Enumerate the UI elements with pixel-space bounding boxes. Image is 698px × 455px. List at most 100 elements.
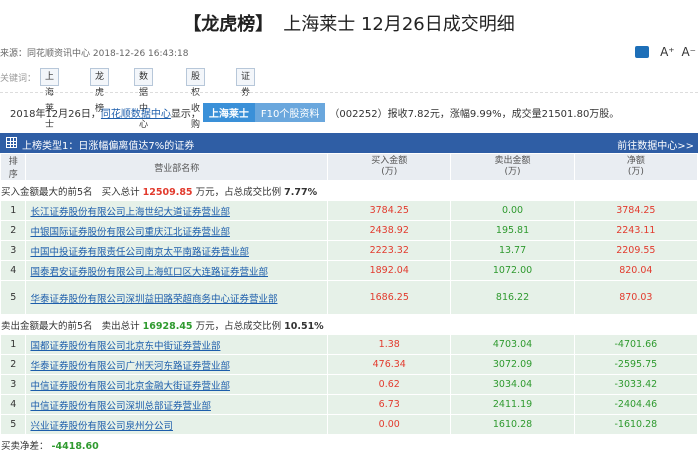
data-center-link[interactable]: 同花顺数据中心 xyxy=(101,109,171,120)
row-rank: 3 xyxy=(0,374,27,395)
goto-data-center-link[interactable]: 前往数据中心>> xyxy=(617,137,694,152)
sell-ratio: 10.51% xyxy=(284,320,324,332)
stock-name-button[interactable]: 上海莱士 xyxy=(202,103,255,122)
row-buy: 2438.92 xyxy=(327,220,452,241)
row-buy: 1.38 xyxy=(327,334,452,355)
table-row: 3 中国中投证券有限责任公司南京太平南路证券营业部 2223.32 13.77 … xyxy=(0,240,698,261)
row-sell: 4703.04 xyxy=(450,334,575,355)
summary-line: 2018年12月26日，同花顺数据中心显示， 上海莱士 F10个股资料 （002252… xyxy=(10,103,698,122)
sell-total-value: 16928.45 xyxy=(142,320,193,332)
row-rank: 1 xyxy=(0,334,27,355)
row-sell: 816.22 xyxy=(450,280,575,315)
row-net: -2404.46 xyxy=(573,394,698,415)
row-buy: 3784.25 xyxy=(327,200,452,221)
keywords-label: 关键词： xyxy=(0,74,37,84)
buy-total-unit: 万元，占总成交比例 xyxy=(195,186,282,198)
table-row: 4 中信证券股份有限公司深圳总部证券营业部 6.73 2411.19 -2404… xyxy=(0,394,698,415)
net-diff-row: 买卖净差： -4418.60 xyxy=(0,434,698,455)
row-sell: 1610.28 xyxy=(450,414,575,435)
row-buy: 1892.04 xyxy=(327,260,452,281)
row-buy: 1686.25 xyxy=(327,280,452,315)
keyword-tag[interactable]: 证券业 xyxy=(236,68,256,114)
table-row: 4 国泰君安证券股份有限公司上海虹口区大连路证券营业部 1892.04 1072… xyxy=(0,260,698,281)
row-sell: 1072.00 xyxy=(450,260,575,281)
header-net: 净额 (万) xyxy=(573,153,698,181)
header-buy: 买入金额 (万) xyxy=(327,153,452,181)
row-sell: 0.00 xyxy=(450,200,575,221)
row-branch-link[interactable]: 中银国际证券股份有限公司重庆江北证券营业部 xyxy=(25,220,329,241)
sell-total-label: 卖出总计 xyxy=(101,320,140,332)
f10-button[interactable]: F10个股资料 xyxy=(254,103,326,122)
row-rank: 5 xyxy=(0,414,27,435)
row-buy: 0.00 xyxy=(327,414,452,435)
buy-section-label: 买入金额最大的前5名 xyxy=(1,186,93,198)
row-rank: 3 xyxy=(0,240,27,261)
row-branch-link[interactable]: 中信证券股份有限公司北京金融大街证券营业部 xyxy=(25,374,329,395)
list-type-title: 上榜类型1：日涨幅偏离值达7%的证券 xyxy=(22,141,195,152)
table-row: 2 中银国际证券股份有限公司重庆江北证券营业部 2438.92 195.81 2… xyxy=(0,220,698,241)
row-net: 2243.11 xyxy=(573,220,698,241)
table-row: 1 长江证券股份有限公司上海世纪大道证券营业部 3784.25 0.00 378… xyxy=(0,200,698,221)
source-row: 来源：同花顺资讯中心 2018-12-26 16:43:18 A⁺ A⁻ xyxy=(0,44,698,60)
keyword-tag[interactable]: 上海莱士 xyxy=(40,68,60,130)
buy-ratio: 7.77% xyxy=(284,186,318,198)
table-header-row: 排序 营业部名称 买入金额 (万) 卖出金额 (万) 净额 (万) xyxy=(0,153,698,181)
font-decrease-button[interactable]: A⁻ xyxy=(681,45,696,59)
net-diff-label: 买卖净差： xyxy=(1,440,49,452)
list-type-bar: 上榜类型1：日涨幅偏离值达7%的证券 前往数据中心>> xyxy=(0,133,698,153)
row-branch-link[interactable]: 华泰证券股份有限公司广州天河东路证券营业部 xyxy=(25,354,329,375)
table-row: 3 中信证券股份有限公司北京金融大街证券营业部 0.62 3034.04 -30… xyxy=(0,374,698,395)
row-rank: 5 xyxy=(0,280,27,315)
sell-total-unit: 万元，占总成交比例 xyxy=(195,320,282,332)
row-net: -1610.28 xyxy=(573,414,698,435)
row-sell: 195.81 xyxy=(450,220,575,241)
source-text: 来源：同花顺资讯中心 2018-12-26 16:43:18 xyxy=(0,49,189,59)
row-branch-link[interactable]: 国都证券股份有限公司北京东中街证券营业部 xyxy=(25,334,329,355)
row-sell: 3034.04 xyxy=(450,374,575,395)
header-sell: 卖出金额 (万) xyxy=(450,153,575,181)
row-rank: 4 xyxy=(0,394,27,415)
row-rank: 4 xyxy=(0,260,27,281)
row-net: 2209.55 xyxy=(573,240,698,261)
row-sell: 2411.19 xyxy=(450,394,575,415)
row-branch-link[interactable]: 中国中投证券有限责任公司南京太平南路证券营业部 xyxy=(25,240,329,261)
row-buy: 476.34 xyxy=(327,354,452,375)
keyword-tag[interactable]: 数据中心 xyxy=(134,68,154,130)
table-row: 5 华泰证券股份有限公司深圳益田路荣超商务中心证券营业部 1686.25 816… xyxy=(0,280,698,315)
shirt-icon[interactable] xyxy=(635,45,650,58)
row-rank: 2 xyxy=(0,220,27,241)
row-net: -4701.66 xyxy=(573,334,698,355)
page-title: 【龙虎榜】 上海莱士 12月26日成交明细 xyxy=(0,10,698,36)
row-net: 820.04 xyxy=(573,260,698,281)
keyword-tag[interactable]: 龙虎榜 xyxy=(90,68,110,114)
row-buy: 6.73 xyxy=(327,394,452,415)
title-text: 上海莱士 12月26日成交明细 xyxy=(283,14,515,35)
table-row: 2 华泰证券股份有限公司广州天河东路证券营业部 476.34 3072.09 -… xyxy=(0,354,698,375)
row-rank: 2 xyxy=(0,354,27,375)
summary-mid: 显示， xyxy=(170,109,201,120)
row-branch-link[interactable]: 中信证券股份有限公司深圳总部证券营业部 xyxy=(25,394,329,415)
keyword-tag[interactable]: 股权收购 xyxy=(186,68,206,130)
table-icon xyxy=(6,137,17,148)
row-branch-link[interactable]: 华泰证券股份有限公司深圳益田路荣超商务中心证券营业部 xyxy=(25,280,329,315)
toolbar: A⁺ A⁻ xyxy=(632,44,696,59)
font-increase-button[interactable]: A⁺ xyxy=(660,45,675,59)
trade-detail-table: 排序 营业部名称 买入金额 (万) 卖出金额 (万) 净额 (万) 买入金额最大… xyxy=(0,153,698,455)
row-net: 870.03 xyxy=(573,280,698,315)
row-branch-link[interactable]: 长江证券股份有限公司上海世纪大道证券营业部 xyxy=(25,200,329,221)
divider xyxy=(0,92,698,93)
header-name: 营业部名称 xyxy=(25,153,329,181)
row-buy: 2223.32 xyxy=(327,240,452,261)
buy-total-value: 12509.85 xyxy=(142,186,193,198)
summary-prefix: 2018年12月26日， xyxy=(10,109,101,120)
summary-tail: （002252）报收7.82元，涨幅9.99%，成交量21501.80万股。 xyxy=(329,109,620,120)
row-branch-link[interactable]: 兴业证券股份有限公司泉州分公司 xyxy=(25,414,329,435)
header-rank: 排序 xyxy=(0,153,27,181)
row-sell: 3072.09 xyxy=(450,354,575,375)
row-net: -2595.75 xyxy=(573,354,698,375)
row-sell: 13.77 xyxy=(450,240,575,261)
sell-section-label: 卖出金额最大的前5名 xyxy=(1,320,93,332)
table-row: 1 国都证券股份有限公司北京东中街证券营业部 1.38 4703.04 -470… xyxy=(0,334,698,355)
row-net: -3033.42 xyxy=(573,374,698,395)
row-branch-link[interactable]: 国泰君安证券股份有限公司上海虹口区大连路证券营业部 xyxy=(25,260,329,281)
